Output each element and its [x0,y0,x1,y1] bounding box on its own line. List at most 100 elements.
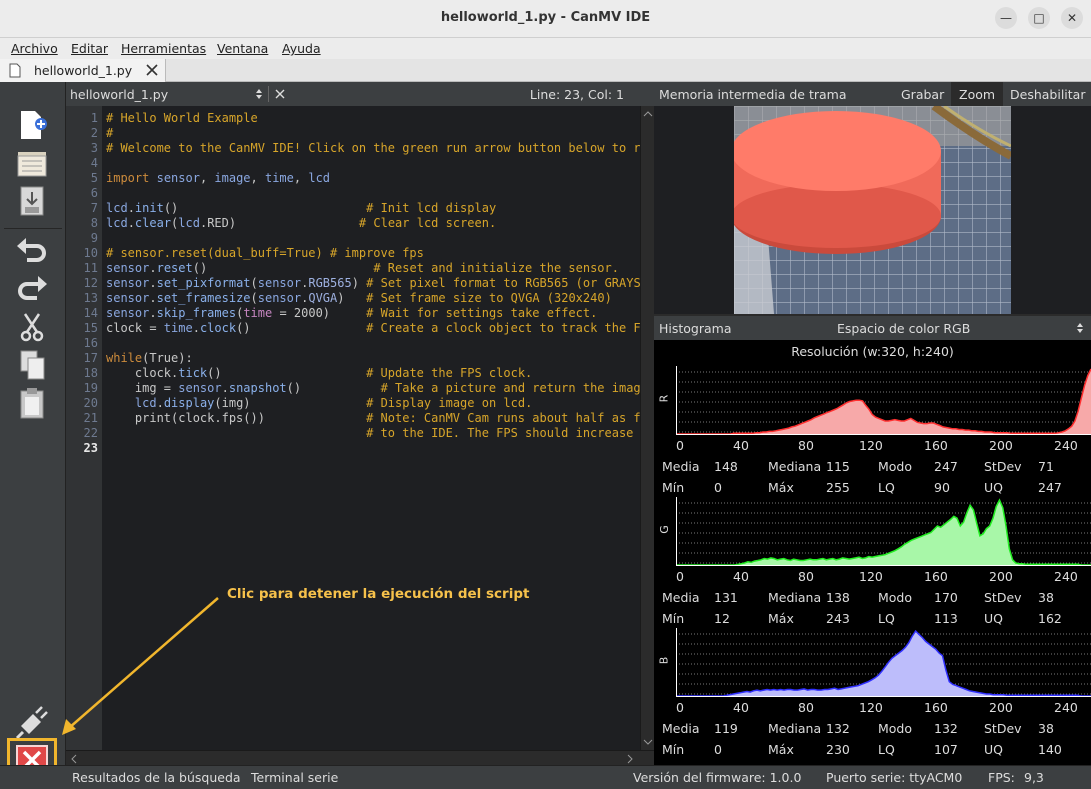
channel-label: R [657,394,671,403]
code-token: sensor [106,261,150,275]
stat-label: StDev [984,721,1022,736]
copy-button[interactable] [13,348,51,382]
histogram-title: Histograma [659,321,732,336]
code-line: while(True): [106,351,640,366]
x-tick-label: 120 [859,569,883,584]
x-tick-label: 0 [676,438,684,453]
scroll-left-icon[interactable] [70,754,78,764]
stat-value: 230 [826,742,850,757]
close-window-button[interactable]: ✕ [1061,7,1083,29]
menu-herramientas[interactable]: Herramientas [121,41,206,56]
histogram-r-svg [676,366,1091,435]
menu-ayuda[interactable]: Ayuda [282,41,321,56]
code-token: init [134,201,164,215]
connect-button[interactable] [13,704,51,740]
select-arrows-icon[interactable] [1076,322,1084,334]
annotation-arrow [62,597,219,735]
stat-label: UQ [984,611,1003,626]
undo-button[interactable] [13,234,51,268]
maximize-button[interactable]: □ [1028,7,1050,29]
line-number: 2 [90,126,98,140]
stat-label: Máx [768,480,794,495]
stat-value: 140 [1038,742,1062,757]
menu-editar[interactable]: Editar [71,41,108,56]
code-token: . [149,261,157,275]
combo-arrows-icon[interactable] [255,88,263,100]
x-tick-label: 80 [798,438,814,453]
close-editor-icon[interactable] [275,89,285,99]
x-tick-label: 40 [733,700,749,715]
record-button[interactable]: Grabar [901,87,944,102]
search-results-tab[interactable]: Resultados de la búsqueda [72,770,241,785]
scroll-down-icon[interactable] [643,738,653,746]
stat-label: StDev [984,459,1022,474]
line-number: 13 [83,291,98,305]
cut-button[interactable] [13,310,51,344]
menu-archivo[interactable]: Archivo [11,41,58,56]
cursor-position: Line: 23, Col: 1 [529,87,624,102]
fps-value: 9,3 [1024,770,1044,785]
stat-value: 162 [1038,611,1062,626]
x-tick-label: 120 [859,700,883,715]
x-tick-label: 80 [798,700,814,715]
scroll-up-icon[interactable] [643,110,653,118]
scroll-right-icon[interactable] [626,754,634,764]
editor-filename-combo[interactable]: helloworld_1.py [70,87,168,102]
x-tick-label: 160 [924,569,948,584]
line-number: 14 [83,306,98,320]
menu-ventana[interactable]: Ventana [217,41,268,56]
code-token: # Clear lcd screen. [358,216,497,230]
save-button[interactable] [13,184,51,218]
code-token: display [163,396,215,410]
fps-label: FPS: [988,770,1015,785]
framebuffer-header: Memoria intermedia de trama Grabar Zoom … [654,82,1091,106]
code-token: ) [337,291,367,305]
minimize-button[interactable]: — [995,7,1017,29]
stat-label: Modo [878,721,913,736]
serial-terminal-tab[interactable]: Terminal serie [251,770,338,785]
stat-value: 132 [826,721,850,736]
histogram-r-plot [676,366,1091,435]
stat-value: 115 [826,459,850,474]
line-number: 8 [90,216,98,230]
line-number: 3 [90,141,98,155]
window-title: helloworld_1.py - CanMV IDE [440,10,651,25]
code-token: () [236,321,367,335]
code-token: . [149,276,157,290]
code-token: (img) [214,396,367,410]
close-tab-icon[interactable] [146,64,158,76]
new-file-icon [21,111,47,139]
line-number: 9 [90,231,98,245]
disable-button[interactable]: Deshabilitar [1010,87,1085,102]
code-token: . [127,201,135,215]
clipboard-icon [20,388,44,419]
stat-label: Mín [662,480,685,495]
zoom-button[interactable]: Zoom [951,82,1003,106]
new-file-button[interactable] [13,108,51,142]
stat-value: 38 [1038,590,1054,605]
file-tab-helloworld[interactable]: helloworld_1.py [0,59,166,82]
paste-button[interactable] [13,386,51,420]
annotation-text: Clic para detener la ejecución del scrip… [227,586,530,602]
line-number: 6 [90,186,98,200]
editor-vertical-scrollbar[interactable] [640,106,654,750]
histogram-g-plot [676,497,1091,566]
colorspace-select[interactable]: Espacio de color RGB [837,321,970,336]
code-token: clock [199,321,237,335]
stat-value: 255 [826,480,850,495]
code-token: = 2000) [272,306,367,320]
stat-value: 243 [826,611,850,626]
open-file-button[interactable] [13,146,51,180]
stat-value: 38 [1038,721,1054,736]
stat-value: 0 [714,742,722,757]
serial-port: Puerto serie: ttyACM0 [826,770,963,785]
code-token: ) [351,276,367,290]
editor-horizontal-scrollbar[interactable] [66,750,654,765]
stat-label: UQ [984,480,1003,495]
code-token: clock = [106,321,164,335]
toolbar-separator [4,228,62,229]
redo-button[interactable] [13,272,51,306]
camera-frame-image [734,106,1011,314]
